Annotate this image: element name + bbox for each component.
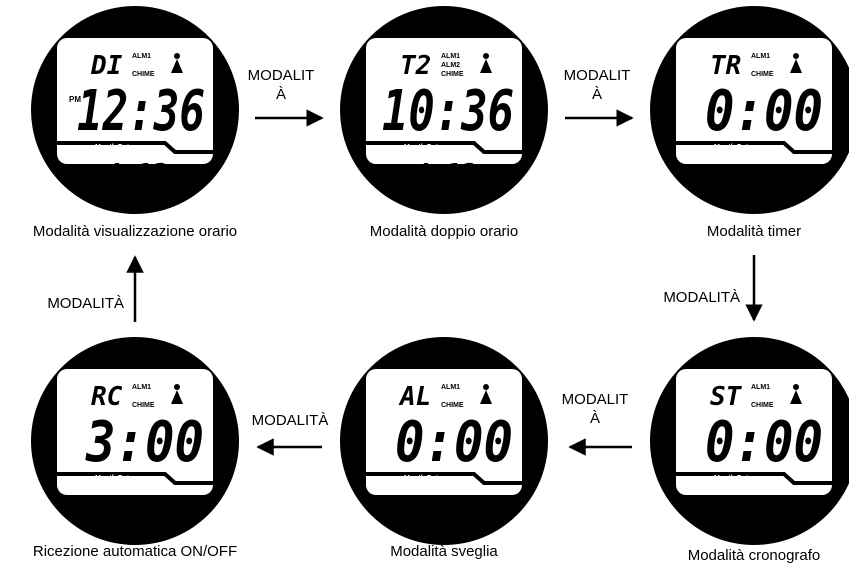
watch-timer: TR ALM1 CHIME 0:00 Month Date 00 <box>650 6 849 214</box>
arrow-label-6: MODALITÀ <box>47 295 124 312</box>
chime-indicator: CHIME <box>132 71 155 78</box>
main-time: 10:36 <box>382 79 514 144</box>
month-date-label: Month Date <box>714 475 752 482</box>
month-date-label: Month Date <box>404 475 442 482</box>
alm1-indicator: ALM1 <box>132 384 151 391</box>
month-date-label: Month Date <box>95 144 133 151</box>
watch-time-display: DI ALM1 CHIME PM 12:36 Month Date 4·12 2… <box>31 6 239 214</box>
date-year: 25 <box>168 166 191 187</box>
mode-code: T2 <box>400 51 431 81</box>
date-year: 25 <box>477 166 500 187</box>
month-date-label: Month Date <box>404 144 442 151</box>
chime-indicator: CHIME <box>441 402 464 409</box>
alm2-indicator: ALM2 <box>441 62 460 69</box>
date-value: 4·12 <box>414 159 477 189</box>
main-time: 0:00 <box>395 410 513 475</box>
month-date-label: Month Date <box>95 475 133 482</box>
arrow-label-1-line2: À <box>276 86 286 103</box>
watch-stopwatch: ST ALM1 CHIME 0:00 Month Date 00 00 <box>650 337 849 545</box>
chime-indicator: CHIME <box>751 71 774 78</box>
main-time: 12:36 <box>77 79 205 144</box>
caption-display-time: Modalità visualizzazione orario <box>33 223 237 240</box>
alarm-number: 1 <box>448 491 462 519</box>
timer-seconds: 00 <box>784 163 808 187</box>
arrow-label-1-line1: MODALIT <box>248 67 315 84</box>
alm1-indicator: ALM1 <box>441 53 460 60</box>
arrow-label-3: MODALITÀ <box>663 289 740 306</box>
arrow-label-4-line2: À <box>590 410 600 427</box>
arrow-label-2-line2: À <box>592 86 602 103</box>
arrow-label-2-line1: MODALIT <box>564 67 631 84</box>
main-time: 3:00 <box>85 410 204 475</box>
caption-dual-time: Modalità doppio orario <box>370 223 518 240</box>
watch-dual-time: T2 ALM1 ALM2 CHIME 10:36 Month Date 4·12… <box>340 6 548 214</box>
mode-code: AL <box>398 382 431 412</box>
mode-code: DI <box>90 51 123 81</box>
chime-indicator: CHIME <box>441 71 464 78</box>
alm1-indicator: ALM1 <box>132 53 151 60</box>
mode-code: ST <box>710 382 743 412</box>
watch-reception: RC ALM1 CHIME 3:00 Month Date 0FF <box>31 337 239 545</box>
arrow-label-4-line1: MODALIT <box>562 391 629 408</box>
caption-alarm: Modalità sveglia <box>390 543 498 560</box>
main-time: 0:00 <box>705 79 823 144</box>
arrow-label-5: MODALITÀ <box>252 412 329 429</box>
alm1-indicator: ALM1 <box>441 384 460 391</box>
mode-code: TR <box>710 51 741 81</box>
chime-indicator: CHIME <box>132 402 155 409</box>
alm1-indicator: ALM1 <box>751 384 770 391</box>
alm1-indicator: ALM1 <box>751 53 770 60</box>
caption-timer: Modalità timer <box>707 223 801 240</box>
month-date-label: Month Date <box>714 144 752 151</box>
mode-code: RC <box>91 382 123 412</box>
caption-stopwatch: Modalità cronografo <box>688 547 821 564</box>
stopwatch-hundredths: 00 <box>784 497 806 518</box>
date-value: 4·12 <box>105 159 168 189</box>
caption-reception: Ricezione automatica ON/OFF <box>33 543 237 560</box>
watch-alarm: AL ALM1 CHIME 0:00 Month Date 1 <box>340 337 548 545</box>
main-time: 0:00 <box>705 410 823 475</box>
reception-status: 0FF <box>93 491 137 519</box>
chime-indicator: CHIME <box>751 402 774 409</box>
stopwatch-seconds: 00 <box>746 491 775 519</box>
mode-cycle-diagram: DI ALM1 CHIME PM 12:36 Month Date 4·12 2… <box>31 6 849 564</box>
